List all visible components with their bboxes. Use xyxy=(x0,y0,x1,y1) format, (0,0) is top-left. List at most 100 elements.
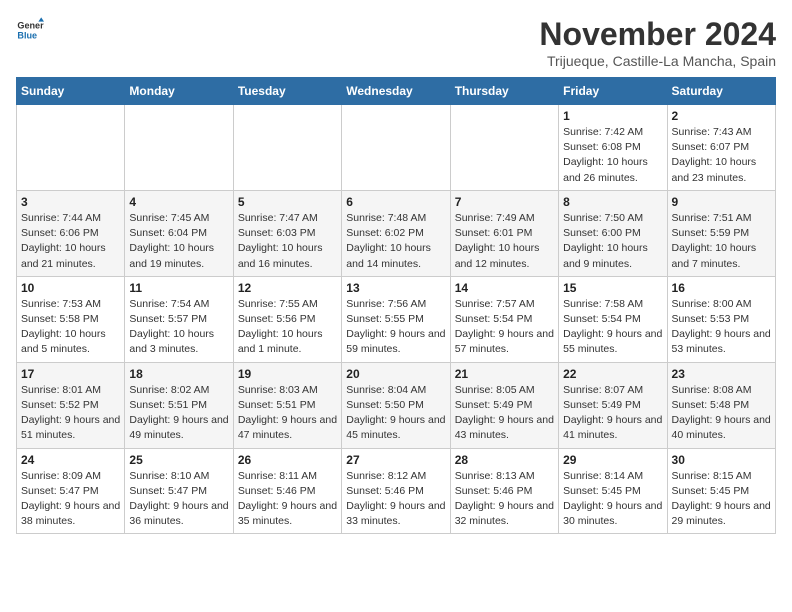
day-number: 11 xyxy=(129,281,228,295)
calendar-cell: 29 Sunrise: 8:14 AMSunset: 5:45 PMDayligh… xyxy=(559,448,667,534)
calendar-cell: 4Sunrise: 7:45 AMSunset: 6:04 PMDaylight… xyxy=(125,190,233,276)
calendar-cell: 15 Sunrise: 7:58 AMSunset: 5:54 PMDayligh… xyxy=(559,276,667,362)
calendar-cell xyxy=(17,105,125,191)
calendar-week-row: 10Sunrise: 7:53 AMSunset: 5:58 PMDayligh… xyxy=(17,276,776,362)
day-info: Sunrise: 7:49 AMSunset: 6:01 PMDaylight:… xyxy=(455,211,554,272)
title-area: November 2024 Trijueque, Castille-La Man… xyxy=(539,16,776,69)
day-number: 19 xyxy=(238,367,337,381)
calendar: SundayMondayTuesdayWednesdayThursdayFrid… xyxy=(16,77,776,534)
day-info: Sunrise: 7:58 AMSunset: 5:54 PMDaylight:… xyxy=(563,297,662,358)
calendar-cell: 16 Sunrise: 8:00 AMSunset: 5:53 PMDayligh… xyxy=(667,276,775,362)
day-number: 25 xyxy=(129,453,228,467)
day-info: Sunrise: 8:07 AMSunset: 5:49 PMDaylight:… xyxy=(563,383,662,444)
day-info: Sunrise: 7:48 AMSunset: 6:02 PMDaylight:… xyxy=(346,211,445,272)
day-number: 16 xyxy=(672,281,771,295)
svg-text:Blue: Blue xyxy=(17,30,37,40)
day-info: Sunrise: 7:50 AMSunset: 6:00 PMDaylight:… xyxy=(563,211,662,272)
day-info: Sunrise: 8:03 AMSunset: 5:51 PMDaylight:… xyxy=(238,383,337,444)
calendar-cell xyxy=(233,105,341,191)
day-info: Sunrise: 7:47 AMSunset: 6:03 PMDaylight:… xyxy=(238,211,337,272)
calendar-cell: 8Sunrise: 7:50 AMSunset: 6:00 PMDaylight… xyxy=(559,190,667,276)
day-number: 24 xyxy=(21,453,120,467)
calendar-header-cell: Saturday xyxy=(667,78,775,105)
day-info: Sunrise: 7:56 AMSunset: 5:55 PMDaylight:… xyxy=(346,297,445,358)
day-info: Sunrise: 7:55 AMSunset: 5:56 PMDaylight:… xyxy=(238,297,337,358)
day-info: Sunrise: 7:51 AMSunset: 5:59 PMDaylight:… xyxy=(672,211,771,272)
subtitle: Trijueque, Castille-La Mancha, Spain xyxy=(539,53,776,69)
day-info: Sunrise: 8:00 AMSunset: 5:53 PMDaylight:… xyxy=(672,297,771,358)
calendar-cell xyxy=(450,105,558,191)
day-info: Sunrise: 8:10 AMSunset: 5:47 PMDaylight:… xyxy=(129,469,228,530)
calendar-cell: 30Sunrise: 8:15 AMSunset: 5:45 PMDayligh… xyxy=(667,448,775,534)
day-number: 9 xyxy=(672,195,771,209)
day-number: 26 xyxy=(238,453,337,467)
day-info: Sunrise: 7:43 AMSunset: 6:07 PMDaylight:… xyxy=(672,125,771,186)
day-info: Sunrise: 7:57 AMSunset: 5:54 PMDaylight:… xyxy=(455,297,554,358)
day-number: 1 xyxy=(563,109,662,123)
calendar-cell xyxy=(125,105,233,191)
calendar-cell: 26 Sunrise: 8:11 AMSunset: 5:46 PMDayligh… xyxy=(233,448,341,534)
calendar-cell: 1 Sunrise: 7:42 AMSunset: 6:08 PMDaylight… xyxy=(559,105,667,191)
logo-icon: General Blue xyxy=(16,16,44,44)
calendar-header-cell: Monday xyxy=(125,78,233,105)
calendar-cell: 13Sunrise: 7:56 AMSunset: 5:55 PMDayligh… xyxy=(342,276,450,362)
calendar-cell: 17 Sunrise: 8:01 AMSunset: 5:52 PMDayligh… xyxy=(17,362,125,448)
calendar-cell: 25 Sunrise: 8:10 AMSunset: 5:47 PMDayligh… xyxy=(125,448,233,534)
calendar-cell: 21 Sunrise: 8:05 AMSunset: 5:49 PMDayligh… xyxy=(450,362,558,448)
header: General Blue November 2024 Trijueque, Ca… xyxy=(16,16,776,69)
day-number: 7 xyxy=(455,195,554,209)
calendar-cell: 14 Sunrise: 7:57 AMSunset: 5:54 PMDayligh… xyxy=(450,276,558,362)
day-info: Sunrise: 7:53 AMSunset: 5:58 PMDaylight:… xyxy=(21,297,120,358)
calendar-cell: 23Sunrise: 8:08 AMSunset: 5:48 PMDayligh… xyxy=(667,362,775,448)
day-number: 3 xyxy=(21,195,120,209)
calendar-week-row: 17 Sunrise: 8:01 AMSunset: 5:52 PMDayligh… xyxy=(17,362,776,448)
calendar-header-cell: Tuesday xyxy=(233,78,341,105)
calendar-header-cell: Wednesday xyxy=(342,78,450,105)
day-info: Sunrise: 8:01 AMSunset: 5:52 PMDaylight:… xyxy=(21,383,120,444)
calendar-cell: 2 Sunrise: 7:43 AMSunset: 6:07 PMDaylight… xyxy=(667,105,775,191)
day-number: 27 xyxy=(346,453,445,467)
day-number: 15 xyxy=(563,281,662,295)
day-info: Sunrise: 8:05 AMSunset: 5:49 PMDaylight:… xyxy=(455,383,554,444)
calendar-cell: 6 Sunrise: 7:48 AMSunset: 6:02 PMDaylight… xyxy=(342,190,450,276)
calendar-cell xyxy=(342,105,450,191)
day-info: Sunrise: 8:09 AMSunset: 5:47 PMDaylight:… xyxy=(21,469,120,530)
day-number: 14 xyxy=(455,281,554,295)
day-number: 28 xyxy=(455,453,554,467)
day-number: 2 xyxy=(672,109,771,123)
calendar-header-row: SundayMondayTuesdayWednesdayThursdayFrid… xyxy=(17,78,776,105)
day-info: Sunrise: 8:11 AMSunset: 5:46 PMDaylight:… xyxy=(238,469,337,530)
month-title: November 2024 xyxy=(539,16,776,53)
day-info: Sunrise: 8:08 AMSunset: 5:48 PMDaylight:… xyxy=(672,383,771,444)
day-info: Sunrise: 8:13 AMSunset: 5:46 PMDaylight:… xyxy=(455,469,554,530)
day-info: Sunrise: 7:45 AMSunset: 6:04 PMDaylight:… xyxy=(129,211,228,272)
calendar-cell: 18Sunrise: 8:02 AMSunset: 5:51 PMDayligh… xyxy=(125,362,233,448)
logo: General Blue xyxy=(16,16,44,44)
day-info: Sunrise: 8:04 AMSunset: 5:50 PMDaylight:… xyxy=(346,383,445,444)
calendar-cell: 11Sunrise: 7:54 AMSunset: 5:57 PMDayligh… xyxy=(125,276,233,362)
day-info: Sunrise: 8:12 AMSunset: 5:46 PMDaylight:… xyxy=(346,469,445,530)
calendar-cell: 7 Sunrise: 7:49 AMSunset: 6:01 PMDaylight… xyxy=(450,190,558,276)
calendar-cell: 10Sunrise: 7:53 AMSunset: 5:58 PMDayligh… xyxy=(17,276,125,362)
calendar-cell: 19 Sunrise: 8:03 AMSunset: 5:51 PMDayligh… xyxy=(233,362,341,448)
calendar-cell: 24 Sunrise: 8:09 AMSunset: 5:47 PMDayligh… xyxy=(17,448,125,534)
calendar-cell: 3 Sunrise: 7:44 AMSunset: 6:06 PMDaylight… xyxy=(17,190,125,276)
calendar-cell: 28 Sunrise: 8:13 AMSunset: 5:46 PMDayligh… xyxy=(450,448,558,534)
day-number: 17 xyxy=(21,367,120,381)
calendar-body: 1 Sunrise: 7:42 AMSunset: 6:08 PMDaylight… xyxy=(17,105,776,534)
day-number: 22 xyxy=(563,367,662,381)
day-info: Sunrise: 8:02 AMSunset: 5:51 PMDaylight:… xyxy=(129,383,228,444)
day-number: 29 xyxy=(563,453,662,467)
calendar-week-row: 24 Sunrise: 8:09 AMSunset: 5:47 PMDayligh… xyxy=(17,448,776,534)
calendar-cell: 9 Sunrise: 7:51 AMSunset: 5:59 PMDaylight… xyxy=(667,190,775,276)
day-info: Sunrise: 7:42 AMSunset: 6:08 PMDaylight:… xyxy=(563,125,662,186)
day-info: Sunrise: 8:14 AMSunset: 5:45 PMDaylight:… xyxy=(563,469,662,530)
day-number: 21 xyxy=(455,367,554,381)
day-number: 6 xyxy=(346,195,445,209)
calendar-cell: 20Sunrise: 8:04 AMSunset: 5:50 PMDayligh… xyxy=(342,362,450,448)
svg-text:General: General xyxy=(17,21,44,31)
day-number: 5 xyxy=(238,195,337,209)
calendar-cell: 5 Sunrise: 7:47 AMSunset: 6:03 PMDaylight… xyxy=(233,190,341,276)
day-info: Sunrise: 7:44 AMSunset: 6:06 PMDaylight:… xyxy=(21,211,120,272)
calendar-cell: 22 Sunrise: 8:07 AMSunset: 5:49 PMDayligh… xyxy=(559,362,667,448)
